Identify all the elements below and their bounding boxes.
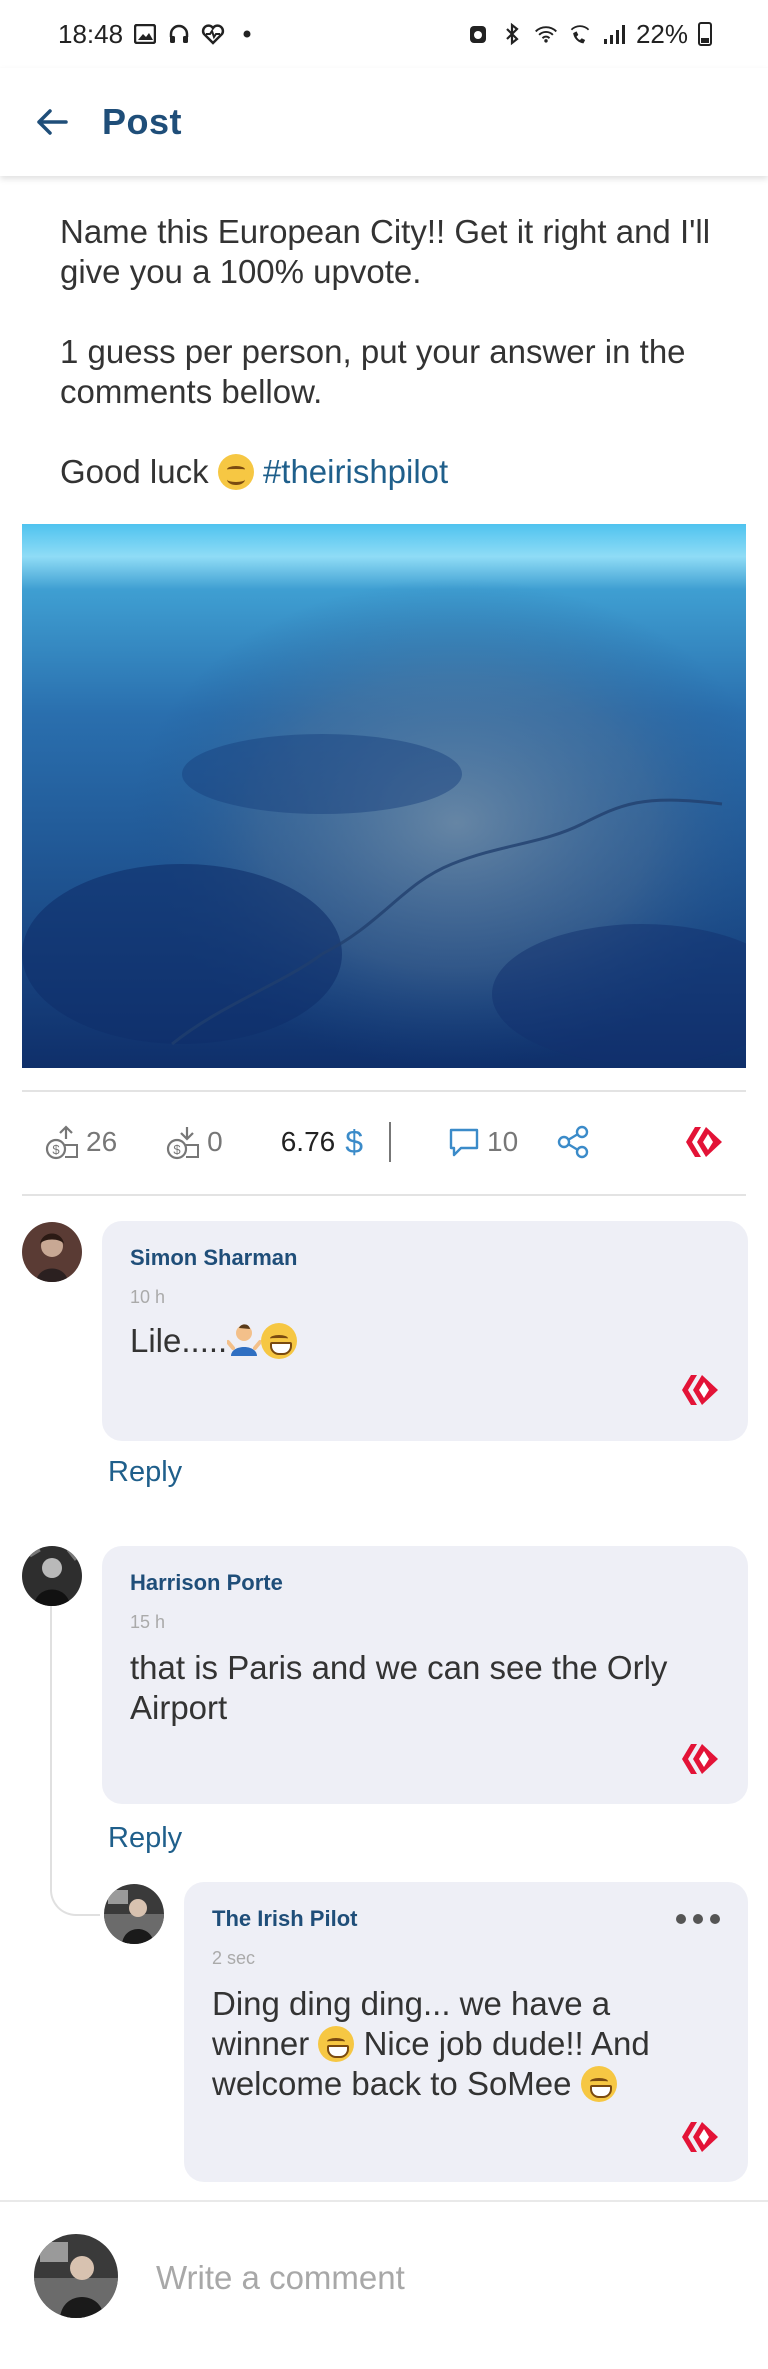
grinning-emoji-icon [580, 2066, 617, 2102]
app-header: Post [0, 68, 768, 176]
hive-button[interactable] [684, 1125, 724, 1159]
smiling-emoji-icon [217, 454, 254, 490]
avatar[interactable] [34, 2234, 118, 2318]
post-actions: $ 26 $ 0 6.76 $ 10 [22, 1096, 746, 1188]
grinning-emoji-icon [261, 1323, 298, 1359]
page-title: Post [102, 101, 183, 142]
status-right: 22% [466, 19, 712, 50]
status-left: 18:48 [58, 19, 259, 50]
battery-icon [698, 22, 712, 46]
post-line: 1 guess per person, put your answer in t… [60, 333, 686, 410]
comment-bubble: The Irish Pilot 2 sec Ding ding ding... … [184, 1882, 748, 2182]
payout-amount: 6.76 [280, 1126, 336, 1157]
wifi-icon [534, 22, 558, 46]
gallery-icon [133, 22, 157, 46]
more-icon [676, 1914, 686, 1924]
hive-icon [686, 1127, 722, 1157]
thread-connector [50, 1594, 100, 1916]
payout-value[interactable]: 6.76 $ [281, 1124, 363, 1161]
comment-text-content: Lile..... [130, 1322, 228, 1359]
post-closing-text: Good luck [60, 453, 209, 490]
share-button[interactable] [556, 1125, 590, 1159]
upvote-count: 26 [86, 1126, 118, 1157]
back-button[interactable] [22, 92, 82, 152]
more-icon [693, 1914, 703, 1924]
hive-icon[interactable] [680, 1373, 720, 1407]
dollar-icon: $ [345, 1123, 364, 1160]
post-image[interactable] [22, 524, 746, 1068]
avatar[interactable] [22, 1222, 82, 1282]
share-icon [557, 1125, 589, 1159]
headphones-icon [167, 22, 191, 46]
comment-count: 10 [487, 1126, 519, 1157]
comment-text: Lile..... [130, 1321, 710, 1361]
wifi-call-icon [568, 22, 592, 46]
reply-button[interactable]: Reply [108, 1456, 182, 1489]
comment-bubble: Simon Sharman 10 h Lile..... [102, 1221, 748, 1441]
comment-composer [0, 2200, 768, 2369]
reply-button[interactable]: Reply [108, 1822, 182, 1855]
downvote-count: 0 [207, 1126, 223, 1157]
dot-icon [235, 22, 259, 46]
aerial-city-photo [22, 524, 746, 1068]
upvote-button[interactable]: $ 26 [44, 1123, 117, 1161]
downvote-button[interactable]: $ 0 [165, 1123, 223, 1161]
upvote-icon: $ [45, 1125, 78, 1160]
svg-text:$: $ [52, 1142, 60, 1157]
downvote-icon: $ [167, 1127, 200, 1160]
comment-bubble: Harrison Porte 15 h that is Paris and we… [102, 1546, 748, 1804]
comment-text: Ding ding ding... we have a winner Nice … [212, 1984, 712, 2104]
avatar[interactable] [22, 1546, 82, 1606]
comment-time: 10 h [130, 1287, 166, 1307]
hive-icon[interactable] [680, 2120, 720, 2154]
comment-time: 2 sec [212, 1948, 256, 1968]
comment-author[interactable]: The Irish Pilot [212, 1906, 357, 1932]
comment-text: that is Paris and we can see the Orly Ai… [130, 1649, 668, 1726]
shrug-emoji-icon [226, 1322, 263, 1358]
divider [389, 1122, 392, 1162]
back-arrow-icon [37, 109, 68, 135]
hashtag-link[interactable]: #theirishpilot [263, 453, 448, 490]
post-line: Name this European City!! Get it right a… [60, 213, 711, 290]
signal-icon [602, 22, 626, 46]
hive-icon[interactable] [680, 1742, 720, 1776]
grinning-emoji-icon [318, 2026, 355, 2062]
divider [22, 1090, 746, 1092]
comment-author[interactable]: Harrison Porte [130, 1570, 283, 1596]
svg-text:$: $ [174, 1142, 182, 1157]
more-icon [710, 1914, 720, 1924]
comment-icon [449, 1128, 479, 1157]
comments-button[interactable]: 10 [447, 1125, 518, 1159]
comment-time: 15 h [130, 1612, 166, 1632]
avatar[interactable] [104, 1884, 164, 1944]
divider [22, 1194, 746, 1196]
more-options-button[interactable] [676, 1914, 720, 1924]
comment-author[interactable]: Simon Sharman [130, 1245, 297, 1271]
status-time: 18:48 [58, 18, 124, 49]
alarm-icon [466, 22, 490, 46]
status-bar: 18:48 22% [0, 0, 768, 68]
bluetooth-icon [500, 22, 524, 46]
post-closing-line: Good luck #theirishpilot [60, 452, 720, 492]
post-body: Name this European City!! Get it right a… [60, 212, 720, 532]
comment-input[interactable] [156, 2250, 716, 2306]
battery-percent: 22% [635, 18, 688, 49]
heart-pulse-icon [201, 22, 225, 46]
